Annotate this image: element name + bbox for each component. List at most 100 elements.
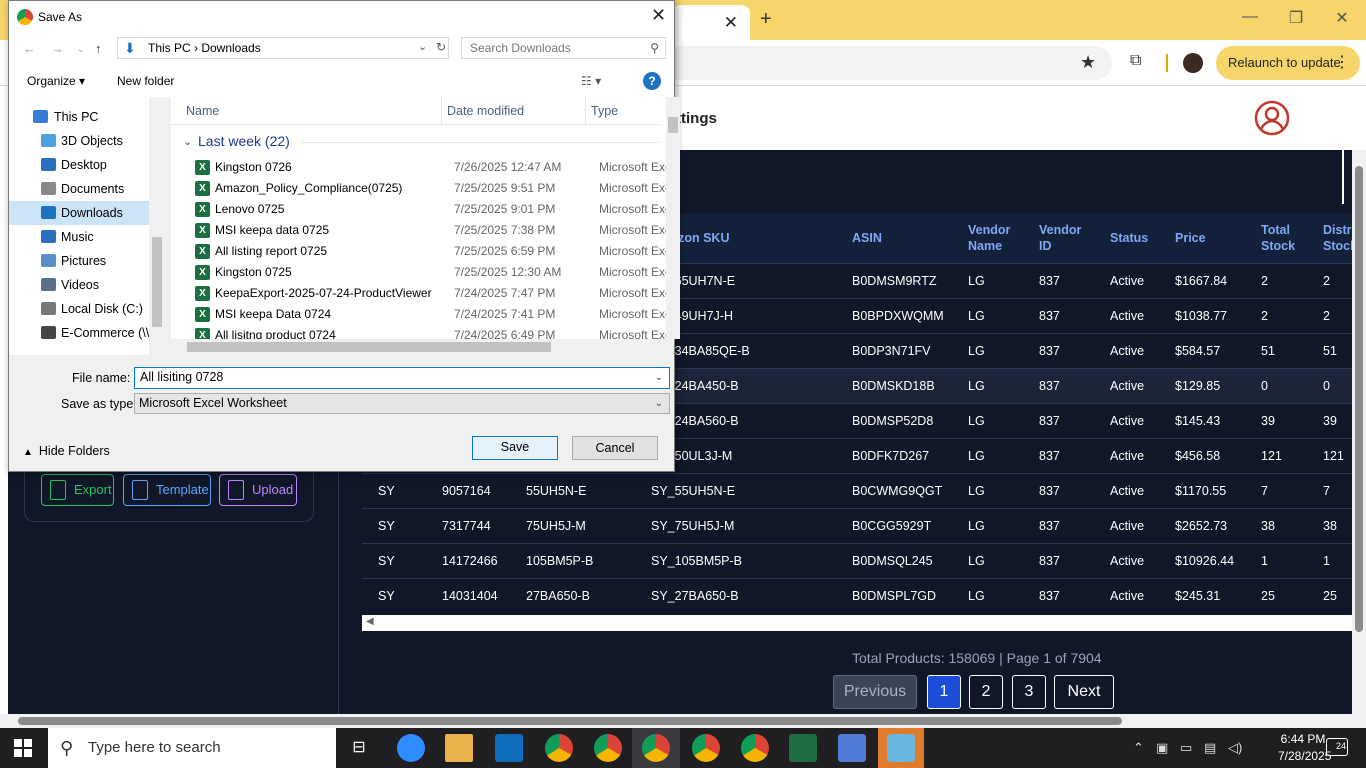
- tree-item[interactable]: Documents: [9, 177, 149, 201]
- tree-item[interactable]: This PC: [9, 105, 149, 129]
- group-header[interactable]: Last week (22): [198, 133, 290, 149]
- col-header-distr-stock[interactable]: Distr Stock: [1307, 214, 1357, 263]
- col-header-status[interactable]: Status: [1094, 214, 1159, 263]
- nav-settings[interactable]: ttings: [676, 110, 717, 127]
- file-row[interactable]: X All listing report 0725 7/25/2025 6:59 P…: [185, 241, 675, 262]
- tree-item[interactable]: Videos: [9, 273, 149, 297]
- notification-icon[interactable]: 24: [1326, 738, 1348, 756]
- save-button[interactable]: Save: [472, 436, 558, 460]
- dialog-address-bar[interactable]: ⬇ This PC › Downloads ⌄ ↻: [117, 37, 449, 59]
- chrome-icon[interactable]: [741, 734, 769, 762]
- chrome-icon[interactable]: [545, 734, 573, 762]
- template-button[interactable]: Template: [123, 474, 211, 506]
- clock[interactable]: 6:44 PM 7/28/2025: [1278, 731, 1331, 765]
- view-options-icon[interactable]: ☷ ▾: [581, 74, 601, 88]
- col-date-modified[interactable]: Date modified: [447, 104, 524, 118]
- scroll-left-icon[interactable]: ◀: [366, 616, 374, 627]
- tree-item[interactable]: Local Disk (C:): [9, 297, 149, 321]
- zoom-app-icon[interactable]: [397, 734, 425, 762]
- table-row[interactable]: SY 9057164 55UH5N-E SY_55UH5N-E B0CWMG9QGT LG…: [362, 472, 1352, 508]
- tray-overflow-icon[interactable]: ⌃: [1133, 740, 1144, 756]
- table-horizontal-scrollbar[interactable]: [362, 615, 1352, 631]
- table-row[interactable]: SY 14031404 27BA650-B SY_27BA650-B B0DMSPL7G…: [362, 577, 1352, 613]
- relaunch-button[interactable]: Relaunch to update ⋮: [1216, 46, 1360, 80]
- file-row[interactable]: X MSI keepa data 0725 7/25/2025 7:38 PM Mic…: [185, 220, 675, 241]
- tab-close-icon[interactable]: ✕: [724, 13, 738, 33]
- tree-item[interactable]: Music: [9, 225, 149, 249]
- next-page-button[interactable]: Next: [1054, 675, 1114, 709]
- page-2-button[interactable]: 2: [969, 675, 1003, 709]
- volume-icon[interactable]: ◁): [1228, 740, 1242, 756]
- window-close-icon[interactable]: ✕: [1322, 8, 1362, 28]
- file-row[interactable]: X Kingston 0726 7/26/2025 12:47 AM Microsof…: [185, 157, 675, 178]
- file-row[interactable]: X MSI keepa Data 0724 7/24/2025 7:41 PM Mic…: [185, 304, 675, 325]
- outlook-icon[interactable]: [495, 734, 523, 762]
- battery-icon[interactable]: ▭: [1180, 740, 1192, 756]
- dialog-search-input[interactable]: Search Downloads ⚲: [461, 37, 666, 59]
- taskbar-search-input[interactable]: ⚲ Type here to search: [48, 728, 336, 768]
- file-row[interactable]: X Amazon_Policy_Compliance(0725) 7/25/2025…: [185, 178, 675, 199]
- save-as-type-select[interactable]: Microsoft Excel Worksheet ⌄: [134, 393, 670, 414]
- col-type[interactable]: Type: [591, 104, 618, 118]
- file-row[interactable]: X Lenovo 0725 7/25/2025 9:01 PM Microsoft E…: [185, 199, 675, 220]
- chrome-icon[interactable]: [692, 734, 720, 762]
- export-button[interactable]: Export: [41, 474, 114, 506]
- help-icon[interactable]: ?: [643, 72, 661, 90]
- file-row[interactable]: X Kingston 0725 7/25/2025 12:30 AM Microsof…: [185, 262, 675, 283]
- tree-item[interactable]: E-Commerce (\\: [9, 321, 149, 345]
- refresh-icon[interactable]: ↻: [436, 40, 446, 54]
- col-header-price[interactable]: Price: [1159, 214, 1245, 263]
- windows-start-icon[interactable]: [14, 739, 32, 757]
- page-1-button[interactable]: 1: [927, 675, 961, 709]
- table-row[interactable]: SY 14172466 105BM5P-B SY_105BM5P-B B0DMSQL24…: [362, 542, 1352, 578]
- scrollbar-thumb[interactable]: [18, 717, 1122, 725]
- cancel-button[interactable]: Cancel: [572, 436, 658, 460]
- chevron-down-icon[interactable]: ⌄: [655, 394, 663, 413]
- upload-button[interactable]: Upload: [219, 474, 297, 506]
- file-name-input[interactable]: All lisiting 0728 ⌄: [134, 367, 670, 389]
- tree-item[interactable]: 3D Objects: [9, 129, 149, 153]
- col-name[interactable]: Name: [186, 104, 219, 118]
- bookmark-star-icon[interactable]: ★: [1080, 52, 1096, 73]
- chevron-down-icon[interactable]: ⌄: [655, 368, 663, 387]
- col-header-vendor-id[interactable]: Vendor ID: [1023, 214, 1094, 263]
- forward-arrow-icon[interactable]: →: [51, 41, 64, 56]
- address-bar[interactable]: ★: [662, 46, 1112, 80]
- scrollbar-thumb[interactable]: [668, 117, 678, 133]
- chrome-icon[interactable]: [642, 734, 670, 762]
- col-header-asin[interactable]: ASIN: [836, 214, 952, 263]
- camera-icon[interactable]: ▣: [1156, 740, 1168, 756]
- organize-menu[interactable]: Organize ▾: [27, 74, 85, 88]
- breadcrumb[interactable]: This PC › Downloads: [148, 41, 261, 55]
- address-dropdown-icon[interactable]: ⌄: [418, 40, 427, 53]
- close-icon[interactable]: ✕: [651, 5, 666, 26]
- avatar[interactable]: [1183, 53, 1203, 73]
- scrollbar-thumb[interactable]: [152, 237, 162, 327]
- excel-icon[interactable]: [789, 734, 817, 762]
- tree-item[interactable]: Downloads: [9, 201, 149, 225]
- col-header-vendor-name[interactable]: Vendor Name: [952, 214, 1023, 263]
- chrome-icon[interactable]: [594, 734, 622, 762]
- col-header-total-stock[interactable]: Total Stock: [1245, 214, 1307, 263]
- table-row[interactable]: SY 7317744 75UH5J-M SY_75UH5J-M B0CGG5929T LG…: [362, 507, 1352, 543]
- file-list-vertical-scrollbar[interactable]: [666, 97, 680, 339]
- previous-page-button[interactable]: Previous: [833, 675, 917, 709]
- new-tab-icon[interactable]: +: [760, 8, 772, 31]
- tree-item[interactable]: Pictures: [9, 249, 149, 273]
- browser-tab[interactable]: ✕: [672, 5, 750, 40]
- network-icon[interactable]: ▤: [1204, 740, 1216, 756]
- minimize-icon[interactable]: —: [1230, 8, 1270, 26]
- new-folder-button[interactable]: New folder: [117, 74, 174, 88]
- page-3-button[interactable]: 3: [1012, 675, 1046, 709]
- up-arrow-icon[interactable]: ↑: [95, 41, 102, 56]
- file-row[interactable]: X KeepaExport-2025-07-24-ProductViewer 7/2…: [185, 283, 675, 304]
- extensions-icon[interactable]: ⧉: [1130, 52, 1141, 70]
- profile-icon[interactable]: [1254, 100, 1290, 136]
- recent-dropdown-icon[interactable]: ⌄: [77, 44, 85, 55]
- menu-icon[interactable]: ⋮: [1334, 46, 1350, 80]
- task-view-icon[interactable]: ⊟: [345, 734, 373, 762]
- hide-folders-toggle[interactable]: ▲ Hide Folders: [23, 444, 110, 458]
- file-explorer-icon[interactable]: [445, 734, 473, 762]
- back-arrow-icon[interactable]: ←: [23, 41, 36, 56]
- calculator-icon[interactable]: [838, 734, 866, 762]
